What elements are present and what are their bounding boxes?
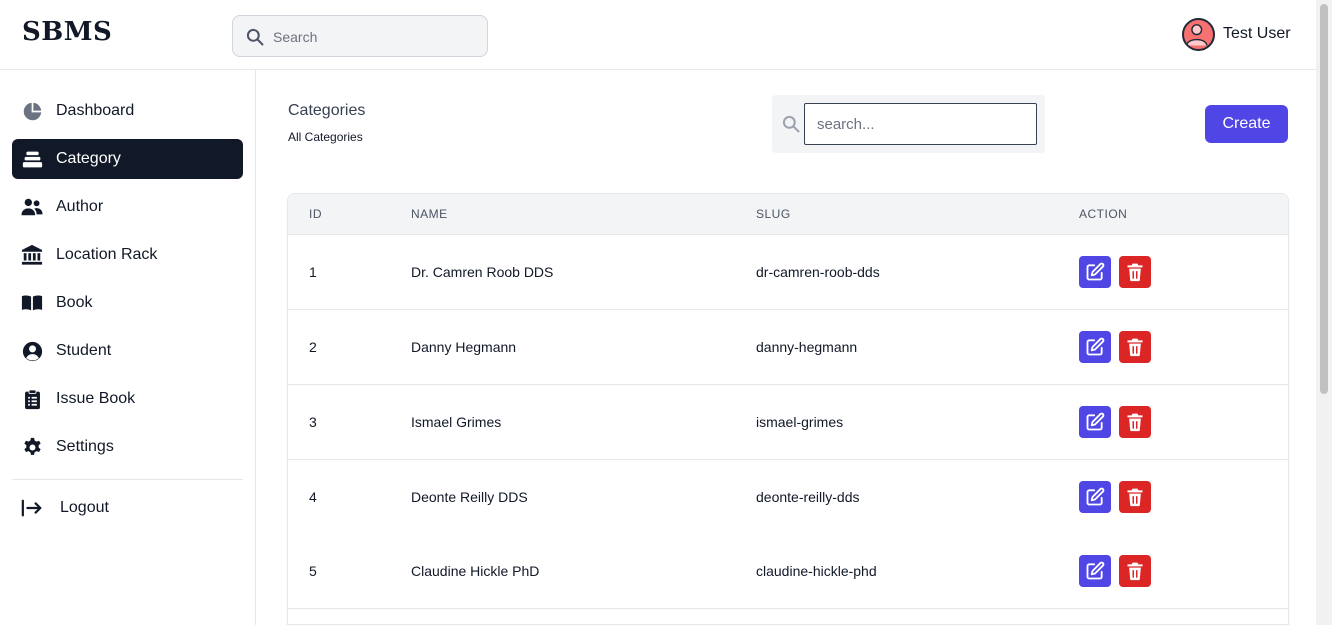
edit-button[interactable] xyxy=(1079,481,1111,513)
sidebar-item-logout[interactable]: Logout xyxy=(12,488,243,528)
cell-slug: claudine-hickle-phd xyxy=(756,563,877,579)
building-icon xyxy=(21,244,43,266)
page-scrollbar[interactable] xyxy=(1316,0,1332,625)
logout-label: Logout xyxy=(60,499,109,516)
cell-id: 5 xyxy=(309,563,317,579)
edit-button[interactable] xyxy=(1079,256,1111,288)
table-row: 4 Deonte Reilly DDS deonte-reilly-dds xyxy=(288,460,1288,535)
table-row: 1 Dr. Camren Roob DDS dr-camren-roob-dds xyxy=(288,235,1288,310)
table-row: 3 Ismael Grimes ismael-grimes xyxy=(288,385,1288,460)
categories-table: ID NAME SLUG ACTION 1 Dr. Camren Roob DD… xyxy=(287,193,1289,625)
delete-button[interactable] xyxy=(1119,555,1151,587)
edit-button[interactable] xyxy=(1079,331,1111,363)
cell-slug: ismael-grimes xyxy=(756,414,844,430)
logout-icon xyxy=(21,497,43,519)
users-icon xyxy=(21,196,43,218)
layers-icon xyxy=(21,148,43,170)
sidebar-item-issue-book[interactable]: Issue Book xyxy=(12,379,243,419)
user-menu[interactable]: Test User xyxy=(1182,17,1291,51)
delete-button[interactable] xyxy=(1119,481,1151,513)
sidebar-item-student[interactable]: Student xyxy=(12,331,243,371)
edit-icon xyxy=(1086,487,1105,506)
search-icon xyxy=(246,28,264,46)
table-row: 5 Claudine Hickle PhD claudine-hickle-ph… xyxy=(288,534,1288,609)
sidebar-divider xyxy=(12,479,243,480)
sidebar-item-label: Category xyxy=(56,150,121,167)
edit-button[interactable] xyxy=(1079,406,1111,438)
sidebar-item-label: Settings xyxy=(56,438,114,455)
cell-id: 2 xyxy=(309,339,317,355)
cell-id: 3 xyxy=(309,414,317,430)
sidebar-item-label: Issue Book xyxy=(56,390,136,407)
table-header: ID NAME SLUG ACTION xyxy=(288,194,1288,235)
create-button[interactable]: Create xyxy=(1205,105,1288,143)
cell-id: 4 xyxy=(309,489,317,505)
column-header-name: NAME xyxy=(411,207,448,221)
trash-icon xyxy=(1127,413,1143,432)
page-title: Categories xyxy=(288,102,366,119)
cell-slug: dr-camren-roob-dds xyxy=(756,264,880,280)
cell-name: Danny Hegmann xyxy=(411,339,517,355)
cell-slug: danny-hegmann xyxy=(756,339,858,355)
sidebar: Dashboard Category Author Location Rack … xyxy=(0,70,256,625)
column-header-slug: SLUG xyxy=(756,207,791,221)
header-search[interactable] xyxy=(232,15,488,57)
pie-chart-icon xyxy=(21,100,43,122)
edit-icon xyxy=(1086,561,1105,580)
cell-name: Ismael Grimes xyxy=(411,414,502,430)
sidebar-item-label: Book xyxy=(56,294,93,311)
cell-id: 1 xyxy=(309,264,317,280)
clipboard-icon xyxy=(21,388,43,410)
sidebar-item-book[interactable]: Book xyxy=(12,283,243,323)
open-book-icon xyxy=(21,292,43,314)
sidebar-item-location-rack[interactable]: Location Rack xyxy=(12,235,243,275)
edit-button[interactable] xyxy=(1079,555,1111,587)
sidebar-item-author[interactable]: Author xyxy=(12,187,243,227)
column-header-id: ID xyxy=(309,207,322,221)
table-row: 2 Danny Hegmann danny-hegmann xyxy=(288,310,1288,385)
trash-icon xyxy=(1127,562,1143,581)
cell-name: Claudine Hickle PhD xyxy=(411,563,540,579)
sidebar-item-settings[interactable]: Settings xyxy=(12,427,243,467)
search-icon xyxy=(782,115,800,133)
delete-button[interactable] xyxy=(1119,331,1151,363)
edit-icon xyxy=(1086,337,1105,356)
category-search-input[interactable] xyxy=(804,103,1037,145)
category-search xyxy=(772,95,1045,153)
header-search-input[interactable] xyxy=(273,24,473,50)
edit-icon xyxy=(1086,262,1105,281)
delete-button[interactable] xyxy=(1119,256,1151,288)
edit-icon xyxy=(1086,412,1105,431)
scrollbar-thumb[interactable] xyxy=(1320,4,1328,394)
trash-icon xyxy=(1127,338,1143,357)
user-name[interactable]: Test User xyxy=(1223,25,1291,43)
delete-button[interactable] xyxy=(1119,406,1151,438)
sidebar-item-label: Author xyxy=(56,198,104,215)
cell-slug: deonte-reilly-dds xyxy=(756,489,860,505)
user-circle-icon xyxy=(21,340,43,362)
cell-name: Dr. Camren Roob DDS xyxy=(411,264,554,280)
gear-icon xyxy=(21,436,43,458)
avatar[interactable] xyxy=(1182,17,1215,51)
sidebar-item-label: Dashboard xyxy=(56,102,135,119)
sidebar-item-label: Location Rack xyxy=(56,246,158,263)
brand-logo[interactable]: SBMS xyxy=(22,17,112,47)
trash-icon xyxy=(1127,488,1143,507)
sidebar-item-label: Student xyxy=(56,342,112,359)
top-bar: SBMS Test User xyxy=(0,0,1316,70)
sidebar-item-dashboard[interactable]: Dashboard xyxy=(12,91,243,131)
user-avatar-icon xyxy=(1185,23,1208,46)
column-header-action: ACTION xyxy=(1079,207,1128,221)
cell-name: Deonte Reilly DDS xyxy=(411,489,528,505)
page-subtitle: All Categories xyxy=(288,130,363,144)
sidebar-item-category[interactable]: Category xyxy=(12,139,243,179)
trash-icon xyxy=(1127,263,1143,282)
